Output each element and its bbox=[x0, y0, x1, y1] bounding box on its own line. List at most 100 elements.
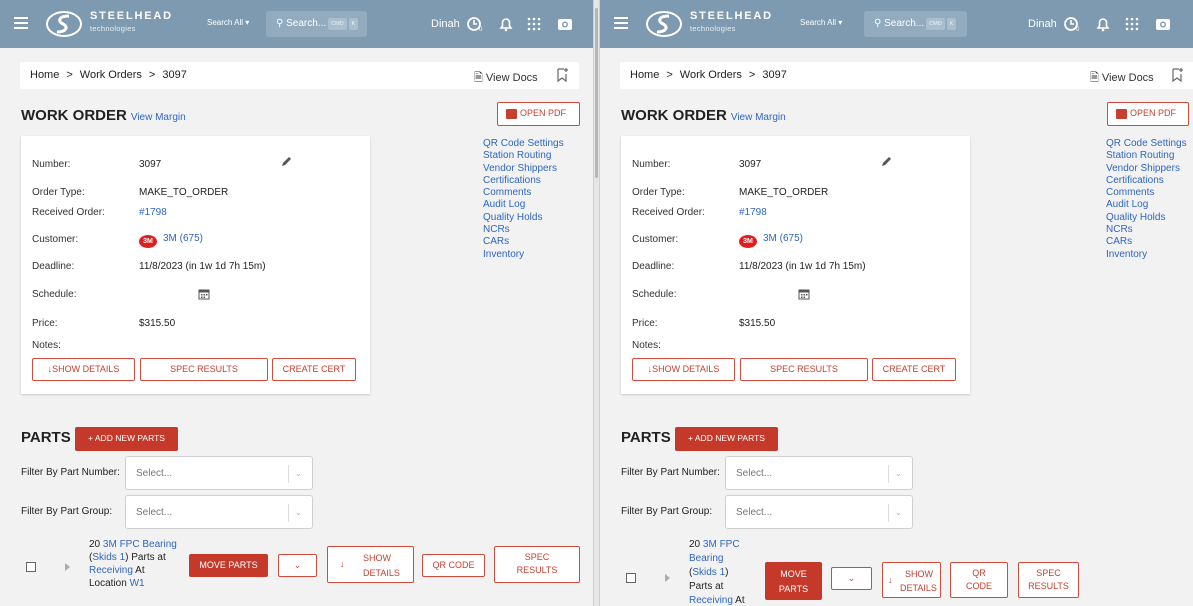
search-scope-dropdown[interactable]: Search All ▾ bbox=[800, 18, 842, 27]
part-link[interactable]: 3M FPC Bearing bbox=[103, 539, 177, 550]
open-pdf-button[interactable]: OPEN PDF bbox=[1107, 102, 1189, 126]
edit-icon[interactable] bbox=[280, 155, 293, 168]
filter-part-number-select[interactable]: Select... ⌄ bbox=[725, 456, 913, 490]
breadcrumb-home[interactable]: Home bbox=[630, 69, 659, 81]
steelhead-logo[interactable] bbox=[44, 10, 84, 38]
link-cars[interactable]: CARs bbox=[483, 236, 564, 248]
breadcrumb-work-orders[interactable]: Work Orders bbox=[80, 69, 142, 81]
location-link[interactable]: W1 bbox=[130, 578, 145, 589]
breadcrumb-home[interactable]: Home bbox=[30, 69, 59, 81]
menu-icon[interactable] bbox=[614, 17, 628, 29]
user-name[interactable]: Dinah bbox=[1028, 18, 1057, 30]
more-actions-dropdown[interactable]: ⌄ bbox=[278, 554, 317, 577]
received-order-link[interactable]: #1798 bbox=[739, 207, 767, 218]
bell-icon[interactable] bbox=[496, 14, 516, 34]
search-input[interactable]: ⚲ Search... CMD K bbox=[864, 11, 967, 37]
received-order-link[interactable]: #1798 bbox=[139, 207, 167, 218]
link-quality-holds[interactable]: Quality Holds bbox=[1106, 212, 1187, 224]
split-divider[interactable] bbox=[593, 0, 600, 606]
breadcrumb-separator: > bbox=[148, 69, 156, 81]
deadline-label: Deadline: bbox=[632, 261, 675, 272]
filter-part-group-select[interactable]: Select... ⌄ bbox=[125, 495, 313, 529]
link-vendor-shippers[interactable]: Vendor Shippers bbox=[1106, 163, 1187, 175]
skids-link[interactable]: Skids 1 bbox=[92, 552, 125, 563]
part-link-cont[interactable]: Bearing bbox=[689, 553, 723, 564]
customer-link[interactable]: 3M (675) bbox=[163, 233, 203, 244]
brand-sub: technologies bbox=[690, 24, 736, 33]
customer-link[interactable]: 3M (675) bbox=[763, 233, 803, 244]
open-pdf-button[interactable]: OPEN PDF bbox=[497, 102, 580, 126]
link-qr-code-settings[interactable]: QR Code Settings bbox=[483, 138, 564, 150]
link-audit-log[interactable]: Audit Log bbox=[483, 199, 564, 211]
menu-icon[interactable] bbox=[14, 17, 28, 29]
link-comments[interactable]: Comments bbox=[1106, 187, 1187, 199]
qr-code-button[interactable]: QR CODE bbox=[950, 562, 1008, 598]
row-spec-results-button[interactable]: SPEC RESULTS bbox=[494, 546, 580, 583]
add-new-parts-button[interactable]: + ADD NEW PARTS bbox=[675, 427, 778, 451]
link-qr-code-settings[interactable]: QR Code Settings bbox=[1106, 138, 1187, 150]
calendar-icon[interactable] bbox=[798, 288, 810, 300]
link-ncrs[interactable]: NCRs bbox=[1106, 224, 1187, 236]
link-station-routing[interactable]: Station Routing bbox=[1106, 150, 1187, 162]
search-input[interactable]: ⚲ Search... CMD K bbox=[266, 11, 367, 37]
part-row-checkbox[interactable] bbox=[26, 562, 36, 572]
link-station-routing[interactable]: Station Routing bbox=[483, 150, 564, 162]
row-show-details-button[interactable]: ↓ SHOW DETAILS bbox=[882, 562, 941, 598]
create-cert-button[interactable]: CREATE CERT bbox=[272, 358, 356, 381]
scrollbar-thumb[interactable] bbox=[595, 8, 598, 178]
breadcrumb-work-orders[interactable]: Work Orders bbox=[680, 69, 742, 81]
part-link[interactable]: 3M FPC bbox=[703, 539, 740, 550]
bell-icon[interactable] bbox=[1093, 14, 1113, 34]
clock-icon[interactable]: 0 bbox=[465, 14, 485, 34]
bookmark-icon[interactable] bbox=[1170, 67, 1184, 83]
show-details-button[interactable]: ↓SHOW DETAILS bbox=[32, 358, 135, 381]
spec-results-button[interactable]: SPEC RESULTS bbox=[740, 358, 868, 381]
camera-icon[interactable] bbox=[1153, 14, 1173, 34]
link-quality-holds[interactable]: Quality Holds bbox=[483, 212, 564, 224]
results-label: RESULTS bbox=[1028, 581, 1069, 591]
filter-part-number-select[interactable]: Select... ⌄ bbox=[125, 456, 313, 490]
view-docs-link[interactable]: 🗎 View Docs bbox=[474, 69, 538, 88]
row-spec-results-button[interactable]: SPEC RESULTS bbox=[1018, 562, 1079, 598]
link-vendor-shippers[interactable]: Vendor Shippers bbox=[483, 163, 564, 175]
camera-icon[interactable] bbox=[555, 14, 575, 34]
view-margin-link[interactable]: View Margin bbox=[131, 112, 186, 123]
link-inventory[interactable]: Inventory bbox=[483, 249, 564, 261]
clock-icon[interactable]: 0 bbox=[1062, 14, 1082, 34]
apps-grid-icon[interactable] bbox=[524, 14, 544, 34]
filter-part-group-select[interactable]: Select... ⌄ bbox=[725, 495, 913, 529]
receiving-link[interactable]: Receiving bbox=[689, 595, 733, 606]
link-cars[interactable]: CARs bbox=[1106, 236, 1187, 248]
link-ncrs[interactable]: NCRs bbox=[483, 224, 564, 236]
expand-row-icon[interactable] bbox=[65, 563, 70, 571]
skids-link[interactable]: Skids 1 bbox=[692, 567, 725, 578]
link-certifications[interactable]: Certifications bbox=[483, 175, 564, 187]
breadcrumb-separator: > bbox=[66, 69, 73, 81]
link-comments[interactable]: Comments bbox=[483, 187, 564, 199]
move-parts-button[interactable]: MOVE PARTS bbox=[189, 554, 268, 577]
expand-row-icon[interactable] bbox=[665, 574, 670, 582]
move-parts-button[interactable]: MOVE PARTS bbox=[765, 562, 822, 600]
create-cert-button[interactable]: CREATE CERT bbox=[872, 358, 956, 381]
link-audit-log[interactable]: Audit Log bbox=[1106, 199, 1187, 211]
steelhead-logo[interactable] bbox=[644, 10, 684, 38]
breadcrumb-separator: > bbox=[666, 69, 673, 81]
calendar-icon[interactable] bbox=[198, 288, 210, 300]
user-name[interactable]: Dinah bbox=[431, 18, 460, 30]
link-inventory[interactable]: Inventory bbox=[1106, 249, 1187, 261]
link-certifications[interactable]: Certifications bbox=[1106, 175, 1187, 187]
show-details-button[interactable]: ↓SHOW DETAILS bbox=[632, 358, 735, 381]
more-actions-dropdown[interactable]: ⌄ bbox=[831, 567, 872, 590]
edit-icon[interactable] bbox=[880, 155, 893, 168]
view-docs-link[interactable]: 🗎 View Docs bbox=[1090, 69, 1154, 88]
qr-code-button[interactable]: QR CODE bbox=[422, 554, 485, 577]
view-margin-link[interactable]: View Margin bbox=[731, 112, 786, 123]
row-show-details-button[interactable]: ↓ SHOW DETAILS bbox=[327, 546, 414, 583]
add-new-parts-button[interactable]: + ADD NEW PARTS bbox=[75, 427, 178, 451]
apps-grid-icon[interactable] bbox=[1122, 14, 1142, 34]
search-scope-dropdown[interactable]: Search All ▾ bbox=[207, 18, 249, 27]
part-row-checkbox[interactable] bbox=[626, 573, 636, 583]
receiving-link[interactable]: Receiving bbox=[89, 565, 133, 576]
bookmark-icon[interactable] bbox=[555, 67, 569, 83]
spec-results-button[interactable]: SPEC RESULTS bbox=[140, 358, 268, 381]
